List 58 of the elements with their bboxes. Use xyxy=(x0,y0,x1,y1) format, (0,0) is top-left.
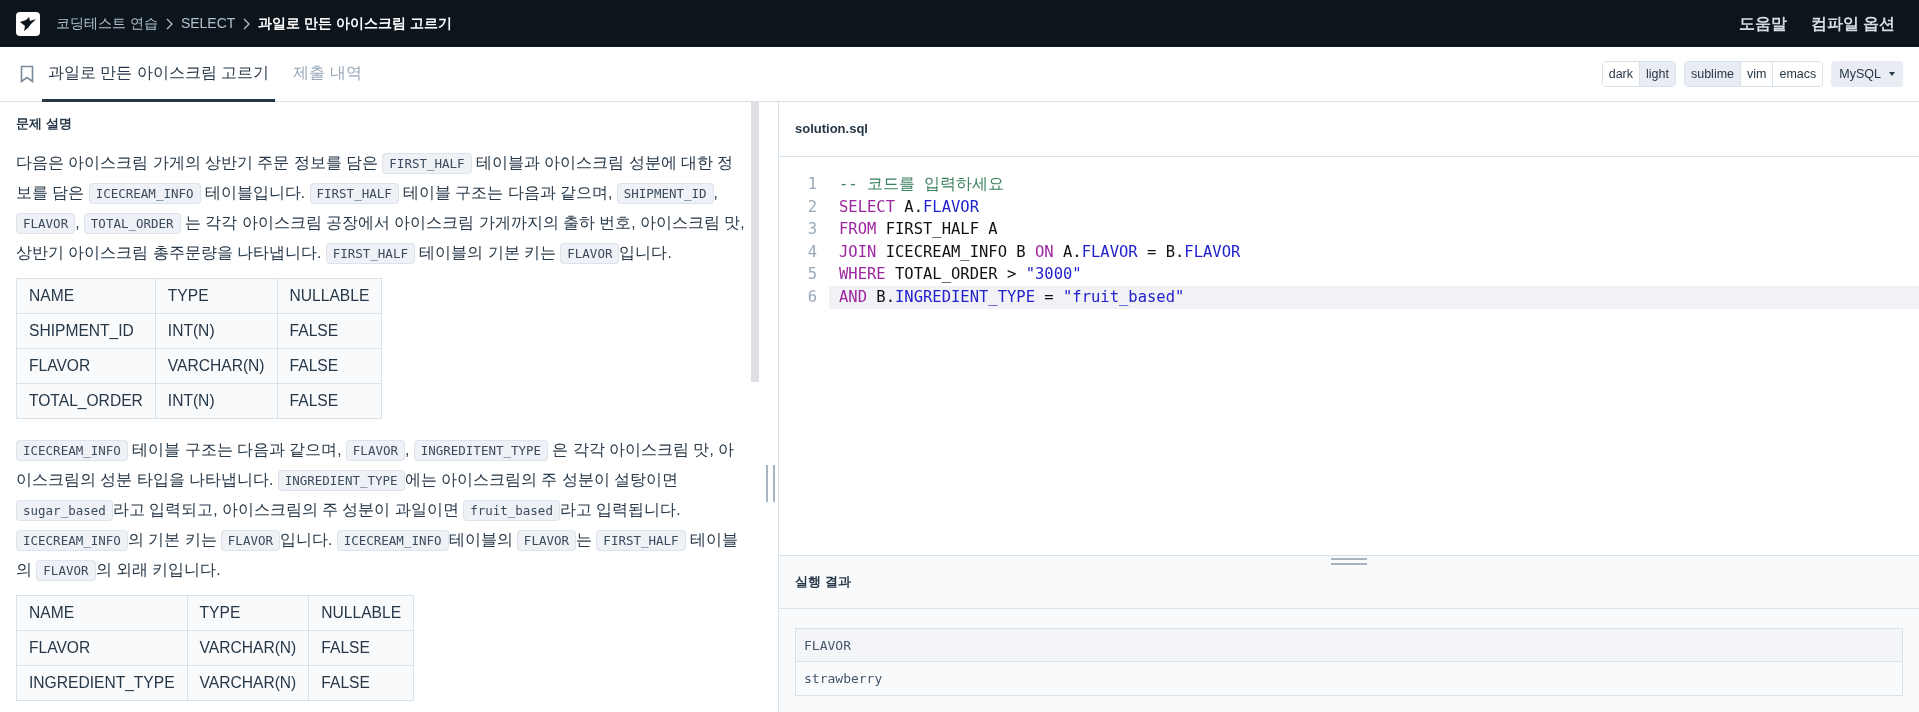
breadcrumb-link[interactable]: SELECT xyxy=(180,13,236,34)
table-cell: FALSE xyxy=(277,383,382,418)
problem-tab[interactable]: 과일로 만든 아이스크림 고르기 xyxy=(42,46,276,102)
code-line: WHERE TOTAL_ORDER > "3000" xyxy=(838,264,1083,286)
code-line: -- 코드를 입력하세요 xyxy=(838,174,1006,195)
logo-icon[interactable] xyxy=(16,11,40,36)
language-dropdown[interactable]: MySQL xyxy=(1831,60,1903,88)
chevron-icon xyxy=(243,17,251,30)
resize-handle[interactable] xyxy=(1331,558,1367,565)
column-header: NAME xyxy=(16,595,188,630)
table-cell: VARCHAR(N) xyxy=(187,665,309,700)
code-line: JOIN ICECREAM_INFO B ON A.FLAVOR = B.FLAVOR xyxy=(838,241,1242,263)
table-cell: INT(N) xyxy=(155,313,278,348)
column-header: NAME xyxy=(16,278,156,313)
table-cell: FALSE xyxy=(308,665,414,700)
code-editor[interactable]: 1 -- 코드를 입력하세요 2 SELECT A.FLAVOR 3 FROM FIRST_HALF A 4 JOIN ICECREAM_INFO B ON A.FLAVOR = B.FLAVOR 5 WHERE TOTAL_ORDER > "3000" 6 AND B.INGREDIENT_TYPE = "fruit_based" xyxy=(779,157,1919,555)
caret-icon xyxy=(1889,72,1895,76)
code-line: SELECT A.FLAVOR xyxy=(838,196,980,218)
column-header: FLAVOR xyxy=(796,629,1902,662)
scrollbar[interactable] xyxy=(751,102,759,382)
option-button[interactable]: light xyxy=(1639,61,1675,87)
column-header: TYPE xyxy=(155,278,278,313)
line-number: 2 xyxy=(806,196,818,218)
table-cell: FALSE xyxy=(308,630,414,665)
line-number: 4 xyxy=(806,241,818,263)
resize-handle[interactable] xyxy=(766,465,775,502)
column-header: NULLABLE xyxy=(308,595,414,630)
line-number: 1 xyxy=(806,174,818,195)
table-cell: SHIPMENT_ID xyxy=(16,313,156,348)
table-cell: VARCHAR(N) xyxy=(187,630,309,665)
description-text: 다음은 아이스크림 가게의 상반기 주문 정보를 담은 FIRST_HALF 테이블과 아이스크림 성분에 대한 정보를 담은 ICECREAM_INFO 테이블입니다. FIRST_HALF 테이블 구조는 다음과 같으며, SHIPMENT_ID , FLAVOR , TOTAL_ORDER 는 각각 아이스크림 공장에서 아이스크림 가게까지의 출하 번호, 아이스크림 맛, 상반기 아이스크림 총주문량을 나타냅니다. FIRST_HALF 테이블의 기본 키는 FLAVOR 입니다. xyxy=(16,147,746,268)
result-heading: 실행 결과 xyxy=(795,573,851,592)
line-number: 6 xyxy=(806,286,818,308)
option-button[interactable]: emacs xyxy=(1772,61,1823,87)
table-cell: VARCHAR(N) xyxy=(155,348,278,383)
column-header: TYPE xyxy=(187,595,309,630)
chevron-icon xyxy=(165,17,173,30)
option-button[interactable]: sublime xyxy=(1684,61,1741,87)
table-cell: FALSE xyxy=(277,313,382,348)
line-number: 3 xyxy=(806,219,818,241)
table-cell: FLAVOR xyxy=(16,630,188,665)
bookmark-icon xyxy=(20,65,34,83)
table-cell: FALSE xyxy=(277,348,382,383)
nav-link[interactable]: 도움말 xyxy=(1738,11,1787,36)
file-name: solution.sql xyxy=(795,120,868,139)
nav-link[interactable]: 컴파일 옵션 xyxy=(1810,11,1895,36)
breadcrumb-link[interactable]: 코딩테스트 연습 xyxy=(56,13,158,34)
section-heading: 문제 설명 xyxy=(16,115,73,133)
page-title: 과일로 만든 아이스크림 고르기 xyxy=(258,14,453,33)
table-cell: FLAVOR xyxy=(16,348,156,383)
table-cell: TOTAL_ORDER xyxy=(16,383,156,418)
table-cell: INT(N) xyxy=(155,383,278,418)
table-cell-text: strawberry xyxy=(803,670,884,688)
code-line: FROM FIRST_HALF A xyxy=(838,219,999,241)
column-header: NULLABLE xyxy=(277,278,382,313)
line-number: 5 xyxy=(806,264,818,286)
description-text: ICECREAM_INFO 테이블 구조는 다음과 같으며, FLAVOR , INGREDITENT_TYPE 은 각각 아이스크림 맛, 아이스크림의 성분 타입을 나타냅니다. INGREDIENT_TYPE 에는 아이스크림의 주 성분이 설탕이면 sugar_based 라고 입력되고, 아이스크림의 주 성분이 과일이면 fruit_based 라고 입력됩니다. ICECREAM_INFO 의 기본 키는 FLAVOR 입니다. ICECREAM_INFO 테이블의 FLAVOR 는 FIRST_HALF 테이블의 FLAVOR 의 외래 키입니다. xyxy=(16,434,746,585)
table-cell: INGREDIENT_TYPE xyxy=(16,665,188,700)
